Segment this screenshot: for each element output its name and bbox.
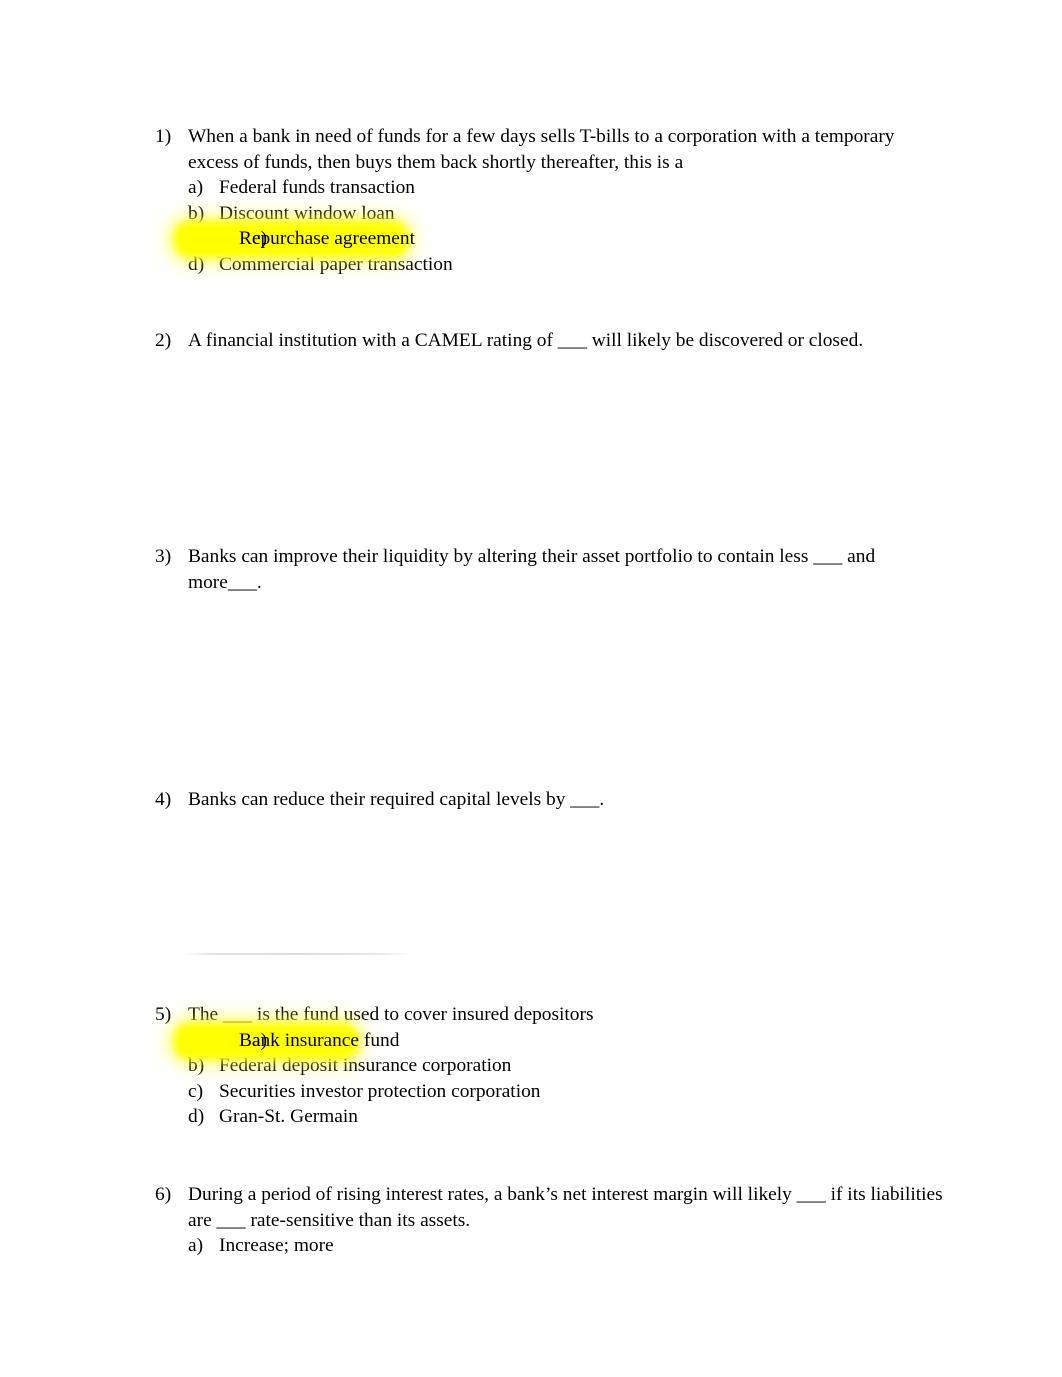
question-stem-line: Banks can improve their liquidity by alt… (188, 546, 876, 567)
question-stem-line: The ___ is the fund used to cover insure… (188, 1004, 594, 1025)
option-item-highlighted[interactable]: c) Repurchase agreement (155, 226, 955, 252)
faint-divider-artifact (185, 953, 413, 955)
option-item[interactable]: b) Federal deposit insurance corporation (155, 1053, 955, 1079)
question-number-3: 3) (155, 546, 172, 567)
question-stem-line: During a period of rising interest rates… (188, 1184, 943, 1205)
question-number-4: 4) (155, 789, 172, 810)
option-label: Federal deposit insurance corporation (219, 1055, 512, 1077)
question-block-4: 4) Banks can reduce their required capit… (155, 787, 955, 813)
option-marker: d) (188, 253, 205, 275)
option-label: Gran-St. Germain (219, 1106, 358, 1128)
question-number-2: 2) (155, 330, 172, 351)
question-stem-line: excess of funds, then buys them back sho… (188, 151, 684, 173)
option-marker: a) (188, 1235, 204, 1257)
option-item[interactable]: a) Federal funds transaction (155, 175, 955, 201)
question-stem-5: 5) The ___ is the fund used to cover ins… (155, 1002, 955, 1028)
option-item[interactable]: a) Increase; more (155, 1233, 985, 1259)
question-block-1: 1) When a bank in need of funds for a fe… (155, 124, 955, 278)
option-item[interactable]: d) Commercial paper transaction (155, 252, 955, 278)
question-stem-3: 3) Banks can improve their liquidity by … (155, 544, 955, 595)
option-marker: b) (188, 202, 205, 224)
option-marker: b) (188, 1055, 205, 1077)
question-block-6: 6) During a period of rising interest ra… (155, 1182, 985, 1259)
question-stem-1: 1) When a bank in need of funds for a fe… (155, 124, 955, 175)
question-block-5: 5) The ___ is the fund used to cover ins… (155, 1002, 955, 1130)
option-marker: c) (188, 1080, 204, 1102)
question-stem-line: When a bank in need of funds for a few d… (188, 126, 895, 147)
option-item[interactable]: c) Securities investor protection corpor… (155, 1079, 955, 1105)
question-stem-6: 6) During a period of rising interest ra… (155, 1182, 985, 1233)
option-list-5: a) Bank insurance fund b) Federal deposi… (155, 1028, 955, 1130)
option-marker: d) (188, 1106, 205, 1128)
question-stem-line: A financial institution with a CAMEL rat… (188, 330, 864, 351)
option-item-highlighted[interactable]: a) Bank insurance fund (155, 1028, 955, 1054)
question-block-3: 3) Banks can improve their liquidity by … (155, 544, 955, 595)
question-stem-line: more___. (188, 571, 262, 593)
option-item[interactable]: d) Gran-St. Germain (155, 1104, 955, 1130)
option-label: Federal funds transaction (219, 177, 415, 199)
question-number-6: 6) (155, 1184, 172, 1205)
option-list-6: a) Increase; more (155, 1233, 985, 1259)
option-label: Securities investor protection corporati… (219, 1080, 541, 1102)
question-block-2: 2) A financial institution with a CAMEL … (155, 328, 955, 354)
question-stem-2: 2) A financial institution with a CAMEL … (155, 328, 955, 354)
question-stem-4: 4) Banks can reduce their required capit… (155, 787, 955, 813)
question-number-5: 5) (155, 1004, 172, 1025)
question-stem-line: are ___ rate-sensitive than its assets. (188, 1209, 471, 1231)
option-label: Commercial paper transaction (219, 253, 453, 275)
question-stem-line: Banks can reduce their required capital … (188, 789, 605, 810)
option-label: Repurchase agreement (238, 228, 415, 250)
option-marker: a) (188, 177, 204, 199)
question-number-1: 1) (155, 126, 172, 147)
option-item[interactable]: b) Discount window loan (155, 201, 955, 227)
option-label: Increase; more (219, 1235, 334, 1257)
option-label: Bank insurance fund (238, 1029, 400, 1051)
document-page: 1) When a bank in need of funds for a fe… (0, 0, 1062, 1377)
option-list-1: a) Federal funds transaction b) Discount… (155, 175, 955, 277)
option-label: Discount window loan (219, 202, 395, 224)
